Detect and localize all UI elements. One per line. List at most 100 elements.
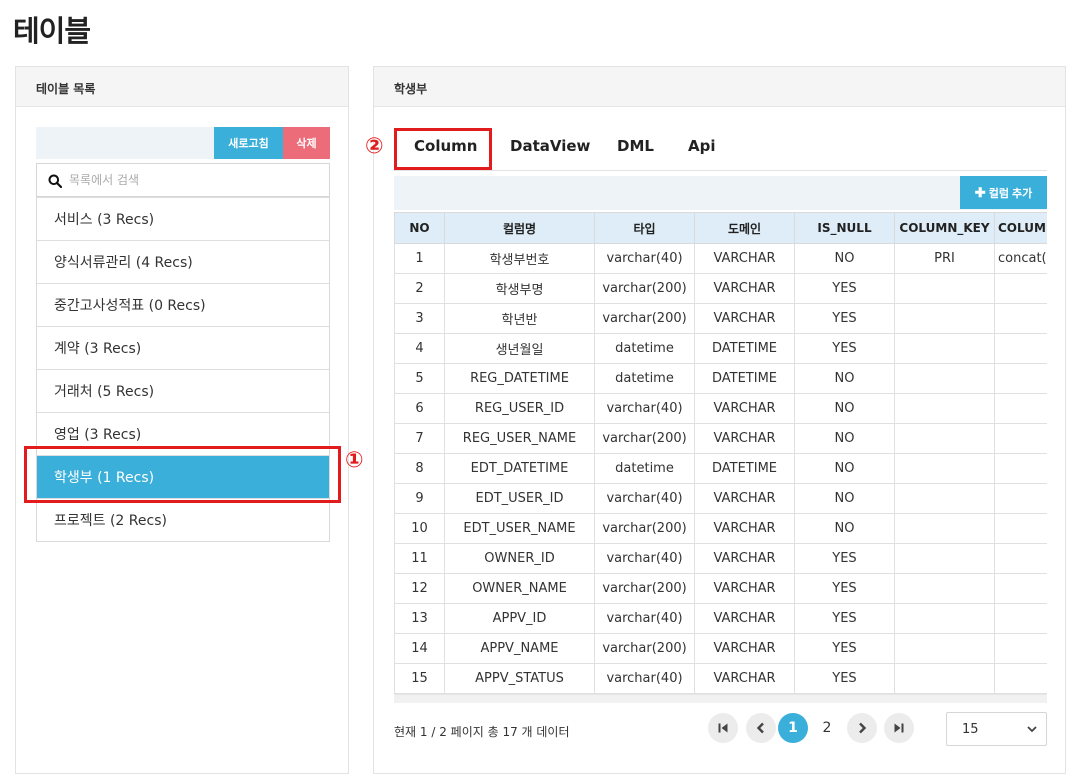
table-cell [894, 483, 995, 514]
refresh-button[interactable]: 새로고침 [214, 127, 283, 159]
table-cell: NU [994, 603, 1047, 634]
table-cell: DATETIME [694, 453, 795, 484]
table-cell: VARCHAR [694, 303, 795, 334]
table-row[interactable]: 6 REG_USER_ID varchar(40) VARCHAR NO [394, 393, 1047, 424]
table-cell: varchar(40) [594, 663, 695, 694]
table-cell: 14 [394, 633, 445, 664]
table-list-item[interactable]: 계약 (3 Recs) [37, 326, 329, 369]
table-cell: varchar(40) [594, 483, 695, 514]
add-column-button[interactable]: ✚ 컬럼 추가 [960, 176, 1047, 209]
table-cell [894, 423, 995, 454]
table-list-header: 테이블 목록 [16, 67, 348, 107]
table-row[interactable]: 5 REG_DATETIME datetime DATETIME NO [394, 363, 1047, 394]
table-row[interactable]: 15APPV_STATUSvarchar(40)VARCHARYES NU [394, 663, 1047, 694]
table-cell: 8 [394, 453, 445, 484]
column-header[interactable]: COLUMN_KEY [894, 212, 995, 244]
page-title: 테이블 [13, 14, 91, 48]
next-page-button[interactable] [847, 713, 877, 743]
table-cell: VARCHAR [694, 243, 795, 274]
table-row[interactable]: 2학생부명varchar(200)VARCHARYES NU [394, 273, 1047, 304]
table-cell: NU [994, 663, 1047, 694]
table-cell: NO [794, 513, 895, 544]
table-cell: DATETIME [694, 363, 795, 394]
column-header[interactable]: 도메인 [694, 212, 795, 244]
column-header[interactable]: 컬럼명 [444, 212, 595, 244]
table-cell: YES [794, 303, 895, 334]
table-row[interactable]: 13APPV_IDvarchar(40)VARCHARYES NU [394, 603, 1047, 634]
table-list-item[interactable]: 프로젝트 (2 Recs) [37, 498, 329, 541]
table-row[interactable]: 1 학생부번호 varchar(40) VARCHAR NO PRI concat(' [394, 243, 1047, 274]
table-cell: NU [994, 633, 1047, 664]
page-size-value: 15 [962, 722, 979, 737]
table-cell [894, 273, 995, 304]
table-cell: YES [794, 543, 895, 574]
table-cell: NU [994, 333, 1047, 364]
table-cell: varchar(200) [594, 633, 695, 664]
table-cell [894, 543, 995, 574]
table-cell [894, 333, 995, 364]
prev-page-button[interactable] [746, 713, 776, 743]
page-1-button[interactable]: 1 [778, 713, 808, 743]
table-cell: datetime [594, 363, 695, 394]
table-cell: datetime [594, 333, 695, 364]
table-cell [994, 453, 1047, 484]
table-cell: NU [994, 573, 1047, 604]
tab-api[interactable]: Api [688, 137, 716, 155]
table-cell: NO [794, 393, 895, 424]
tab-dataview[interactable]: DataView [510, 137, 590, 155]
table-cell: NO [794, 243, 895, 274]
last-page-button[interactable] [884, 713, 914, 743]
marker-1: ① [345, 448, 364, 473]
table-cell: NO [794, 483, 895, 514]
column-table: NO컬럼명타입도메인IS_NULLCOLUMN_KEYCOLUMN_DEFAUL… [394, 212, 1047, 694]
column-header[interactable]: NO [394, 212, 445, 244]
table-cell: NU [994, 273, 1047, 304]
table-cell [894, 453, 995, 484]
table-detail-panel: 학생부 Column DataView DML Api ✚ 컬럼 추가 NO 컬럼… [373, 66, 1066, 774]
column-header[interactable]: IS_NULL [794, 212, 895, 244]
table-row[interactable]: 8 EDT_DATETIME datetime DATETIME NO [394, 453, 1047, 484]
page-info: 현재 1 / 2 페이지 총 17 개 데이터 [394, 725, 570, 739]
page-2-button[interactable]: 2 [812, 713, 842, 743]
first-page-icon [718, 723, 728, 733]
search-input[interactable] [69, 164, 324, 196]
table-list-item[interactable]: 중간고사성적표 (0 Recs) [37, 283, 329, 326]
table-cell: VARCHAR [694, 573, 795, 604]
table-row[interactable]: 7 REG_USER_NAME varchar(200) VARCHAR NO [394, 423, 1047, 454]
table-list-panel: 테이블 목록 새로고침 삭제 서비스 (3 Recs)양식서류관리 (4 Rec… [15, 66, 349, 774]
table-list-item[interactable]: 양식서류관리 (4 Recs) [37, 240, 329, 283]
delete-button[interactable]: 삭제 [283, 127, 330, 159]
table-row[interactable]: 4생년월일datetimeDATETIMEYES NU [394, 333, 1047, 364]
table-cell [894, 663, 995, 694]
page-size-select[interactable]: 15 [946, 712, 1047, 746]
table-list-item[interactable]: 거래처 (5 Recs) [37, 369, 329, 412]
table-cell: 2 [394, 273, 445, 304]
table-cell: VARCHAR [694, 273, 795, 304]
table-cell: REG_USER_ID [444, 393, 595, 424]
column-header[interactable]: 타입 [594, 212, 695, 244]
table-row[interactable]: 11OWNER_IDvarchar(40)VARCHARYES NU [394, 543, 1047, 574]
horizontal-scrollbar[interactable] [394, 694, 1047, 703]
chevron-down-icon [1027, 726, 1037, 733]
table-cell: varchar(200) [594, 273, 695, 304]
table-row[interactable]: 12OWNER_NAMEvarchar(200)VARCHARYES NU [394, 573, 1047, 604]
table-cell: varchar(40) [594, 603, 695, 634]
table-cell: VARCHAR [694, 663, 795, 694]
table-cell: YES [794, 573, 895, 604]
highlight-box-2 [394, 128, 492, 170]
tab-dml[interactable]: DML [617, 137, 654, 155]
table-cell: EDT_USER_ID [444, 483, 595, 514]
table-row[interactable]: 9 EDT_USER_ID varchar(40) VARCHAR NO [394, 483, 1047, 514]
table-row[interactable]: 3학년반varchar(200)VARCHARYES NU [394, 303, 1047, 334]
table-cell: VARCHAR [694, 423, 795, 454]
first-page-button[interactable] [708, 713, 738, 743]
table-cell: VARCHAR [694, 603, 795, 634]
table-list-item[interactable]: 서비스 (3 Recs) [37, 197, 329, 240]
search-icon [48, 174, 62, 188]
table-row[interactable]: 14APPV_NAMEvarchar(200)VARCHARYES NU [394, 633, 1047, 664]
table-cell: YES [794, 663, 895, 694]
table-cell: varchar(200) [594, 303, 695, 334]
table-row[interactable]: 10 EDT_USER_NAME varchar(200) VARCHAR NO [394, 513, 1047, 544]
table-cell: 학년반 [444, 303, 595, 334]
column-header[interactable]: COLUMN_DEFAULT [994, 212, 1047, 244]
